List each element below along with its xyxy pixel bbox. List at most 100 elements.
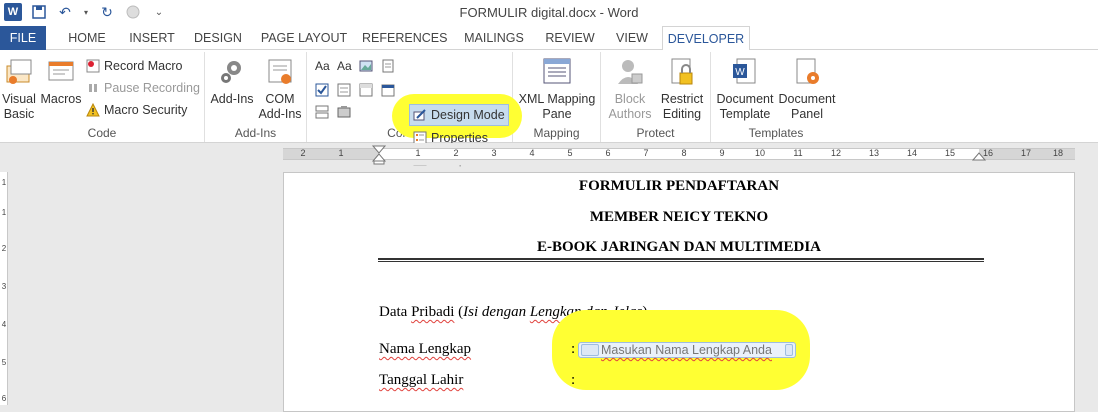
ruler-number: 4 (529, 148, 535, 158)
plain-text-control-icon[interactable]: Aa (337, 56, 352, 76)
rich-text-control-icon[interactable]: Aa (315, 56, 330, 76)
nama-lengkap-label: Nama Lengkap (379, 341, 472, 357)
tanggal-lahir-label: Tanggal Lahir (379, 372, 464, 388)
macro-security-button[interactable]: Macro Security (86, 100, 187, 120)
restrict-editing-label-1: Restrict (660, 92, 704, 106)
group-templates: W Document Template Document Panel Templ… (711, 52, 841, 142)
pause-icon (89, 84, 97, 92)
tab-home[interactable]: HOME (60, 26, 114, 50)
group-add-ins-label: Add-Ins (234, 126, 277, 140)
ribbon-tabs: FILE HOME INSERT DESIGN PAGE LAYOUT REFE… (0, 26, 1098, 51)
warning-icon (86, 103, 100, 117)
tanggal-lahir-colon: : (571, 372, 576, 388)
pause-recording-label: Pause Recording (104, 81, 200, 95)
tab-file[interactable]: FILE (0, 26, 46, 50)
ruler-number: 6 (605, 148, 611, 158)
visual-basic-label-1: Visual (2, 92, 36, 106)
xml-mapping-pane-button[interactable]: XML Mapping Pane (515, 56, 599, 122)
pause-recording-button[interactable]: Pause Recording (86, 78, 200, 98)
legacy-tools-icon[interactable] (337, 102, 351, 122)
ruler-number: 11 (793, 148, 803, 158)
ruler-number: 12 (830, 148, 841, 158)
doc-heading-2: MEMBER NEICY TEKNO (589, 209, 769, 225)
indent-marker-icon[interactable] (372, 145, 386, 165)
add-ins-button[interactable]: Add-Ins (209, 56, 255, 107)
heading-divider (378, 258, 984, 262)
group-code-label: Code (87, 126, 117, 140)
vruler-number: 1 (1, 208, 7, 217)
section-text-a: Data (379, 304, 412, 320)
tab-page-layout[interactable]: PAGE LAYOUT (258, 26, 350, 50)
section-text-d: Isi dengan (463, 304, 530, 320)
ruler-number: 18 (1052, 148, 1063, 158)
ruler-number: 1 (415, 148, 421, 158)
document-panel-button[interactable]: Document Panel (775, 56, 839, 122)
vruler-number: 1 (1, 178, 7, 187)
horizontal-ruler[interactable]: 2 1 1 2 3 4 5 6 7 8 9 10 11 12 13 14 15 … (283, 148, 1075, 160)
combo-box-control-icon[interactable] (337, 80, 351, 100)
block-authors-button[interactable]: Block Authors (605, 56, 655, 122)
document-template-label-1: Document (716, 92, 774, 106)
tab-mailings[interactable]: MAILINGS (458, 26, 530, 50)
ruler-number: 5 (567, 148, 573, 158)
tab-design[interactable]: DESIGN (190, 26, 246, 50)
ruler-area: 2 1 1 2 3 4 5 6 7 8 9 10 11 12 13 14 15 … (0, 143, 1098, 165)
document-page[interactable]: FORMULIR PENDAFTARAN MEMBER NEICY TEKNO … (283, 172, 1075, 412)
document-panel-label-2: Panel (791, 107, 823, 121)
restrict-editing-button[interactable]: Restrict Editing (657, 56, 707, 122)
ruler-number: 10 (754, 148, 765, 158)
group-mapping-label: Mapping (533, 126, 580, 140)
nama-lengkap-placeholder: Masukan Nama Lengkap Anda (601, 343, 772, 357)
group-mapping: XML Mapping Pane Mapping (513, 52, 601, 142)
xml-mapping-label-2: Pane (542, 107, 572, 121)
tab-view[interactable]: VIEW (610, 26, 654, 50)
ruler-number: 14 (906, 148, 917, 158)
group-templates-label: Templates (748, 126, 804, 140)
block-authors-icon (618, 60, 643, 84)
record-macro-button[interactable]: Record Macro (86, 56, 183, 76)
macros-button[interactable]: Macros (40, 56, 82, 107)
vruler-number: 5 (1, 358, 7, 367)
vruler-number: 3 (1, 282, 7, 291)
design-mode-label: Design Mode (431, 108, 505, 122)
macros-label: Macros (40, 92, 82, 106)
svg-text:W: W (735, 67, 745, 78)
vruler-number: 6 (1, 394, 7, 403)
tab-developer[interactable]: DEVELOPER (662, 26, 750, 51)
doc-heading-1: FORMULIR PENDAFTARAN (578, 178, 780, 194)
ruler-number: 7 (643, 148, 649, 158)
design-mode-button[interactable]: Design Mode (413, 105, 505, 125)
document-panel-label-1: Document (778, 92, 836, 106)
checkbox-control-icon[interactable] (315, 80, 329, 100)
vertical-ruler[interactable]: 1 1 2 3 4 5 6 (0, 172, 8, 405)
picture-control-icon[interactable] (359, 56, 373, 76)
tab-review[interactable]: REVIEW (542, 26, 598, 50)
nama-lengkap-colon: : (571, 341, 576, 357)
doc-heading-3: E-BOOK JARINGAN DAN MULTIMEDIA (536, 239, 822, 255)
building-block-control-icon[interactable] (381, 56, 395, 76)
visual-basic-button[interactable]: Visual Basic (2, 56, 36, 122)
ruler-number: 13 (868, 148, 879, 158)
ruler-number: 9 (719, 148, 725, 158)
ruler-number: 17 (1020, 148, 1031, 158)
xml-mapping-icon (543, 58, 571, 84)
group-add-ins: Add-Ins COM Add-Ins Add-Ins (205, 52, 307, 142)
drop-down-list-control-icon[interactable] (359, 80, 373, 100)
tab-insert[interactable]: INSERT (124, 26, 180, 50)
macro-security-label: Macro Security (104, 103, 188, 117)
group-protect: Block Authors Restrict Editing Protect (601, 52, 711, 142)
ruler-number: 15 (944, 148, 955, 158)
document-template-button[interactable]: W Document Template (713, 56, 777, 122)
date-picker-control-icon[interactable] (381, 80, 395, 100)
right-indent-marker-icon[interactable] (972, 151, 986, 161)
ruler-number: 8 (681, 148, 687, 158)
window-title: FORMULIR digital.docx - Word (459, 5, 639, 20)
com-add-ins-button[interactable]: COM Add-Ins (257, 56, 303, 122)
block-authors-label-2: Authors (608, 107, 652, 121)
lock-document-icon (671, 58, 693, 85)
repeating-section-control-icon[interactable] (315, 102, 329, 122)
nama-lengkap-content-control[interactable]: Masukan Nama Lengkap Anda (578, 342, 796, 358)
tab-references[interactable]: REFERENCES (362, 26, 447, 50)
vruler-number: 4 (1, 320, 7, 329)
com-add-ins-label-1: COM (265, 92, 295, 106)
